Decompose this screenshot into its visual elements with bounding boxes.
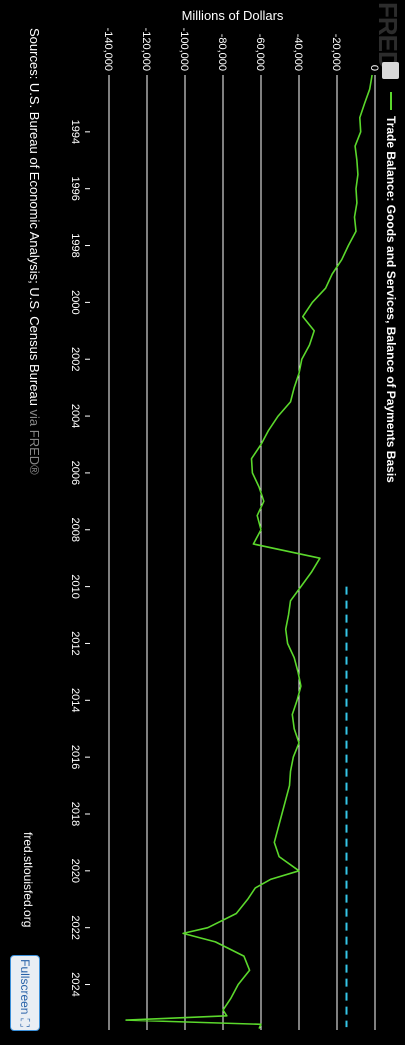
source-note: Sources: U.S. Bureau of Economic Analysi… bbox=[27, 28, 42, 475]
x-tick-label: 2016 bbox=[69, 745, 81, 769]
chart-viewport: FRED Trade Balance: Goods and Services, … bbox=[0, 0, 405, 1045]
x-tick-label: 2022 bbox=[69, 915, 81, 939]
x-tick-label: 1996 bbox=[69, 176, 81, 200]
fullscreen-button[interactable]: Fullscreen ⛶ bbox=[10, 955, 40, 1031]
y-tick-label: -120,000 bbox=[140, 28, 152, 71]
source-text: Sources: U.S. Bureau of Economic Analysi… bbox=[27, 28, 42, 406]
x-tick-label: 2012 bbox=[69, 631, 81, 655]
series-line bbox=[125, 74, 373, 1029]
x-tick-label: 2004 bbox=[69, 404, 81, 428]
fullscreen-label: Fullscreen bbox=[18, 959, 32, 1015]
y-tick-label: -140,000 bbox=[102, 28, 114, 71]
fred-credit[interactable]: fred.stlouisfed.org bbox=[21, 832, 35, 927]
y-tick-label: -40,000 bbox=[292, 34, 304, 71]
y-tick-label: 0 bbox=[368, 65, 380, 71]
x-tick-label: 1994 bbox=[69, 120, 81, 144]
chart-svg: 0 -20,000 -40,000 -60,000 -80,000 -100,000 -12… bbox=[69, 8, 380, 1030]
y-tick-label: -100,000 bbox=[178, 28, 190, 71]
y-tick-label: -20,000 bbox=[330, 34, 342, 71]
fullscreen-icon: ⛶ bbox=[18, 1018, 33, 1027]
y-tick-label: -60,000 bbox=[254, 34, 266, 71]
x-tick-label: 2008 bbox=[69, 518, 81, 542]
x-tick-label: 2024 bbox=[69, 972, 81, 996]
x-tick-label: 2018 bbox=[69, 802, 81, 826]
x-tick-label: 2020 bbox=[69, 859, 81, 883]
x-tick-label: 2014 bbox=[69, 688, 81, 712]
x-tick-label: 2006 bbox=[69, 461, 81, 485]
y-tick-label: -80,000 bbox=[216, 34, 228, 71]
x-tick-label: 2002 bbox=[69, 347, 81, 371]
x-tick-label: 2010 bbox=[69, 574, 81, 598]
chart-canvas: FRED Trade Balance: Goods and Services, … bbox=[0, 0, 405, 1045]
x-tick-label: 2000 bbox=[69, 290, 81, 314]
source-via[interactable]: via FRED® bbox=[27, 410, 42, 475]
y-axis-title: Millions of Dollars bbox=[182, 8, 284, 23]
x-tick-label: 1998 bbox=[69, 233, 81, 257]
